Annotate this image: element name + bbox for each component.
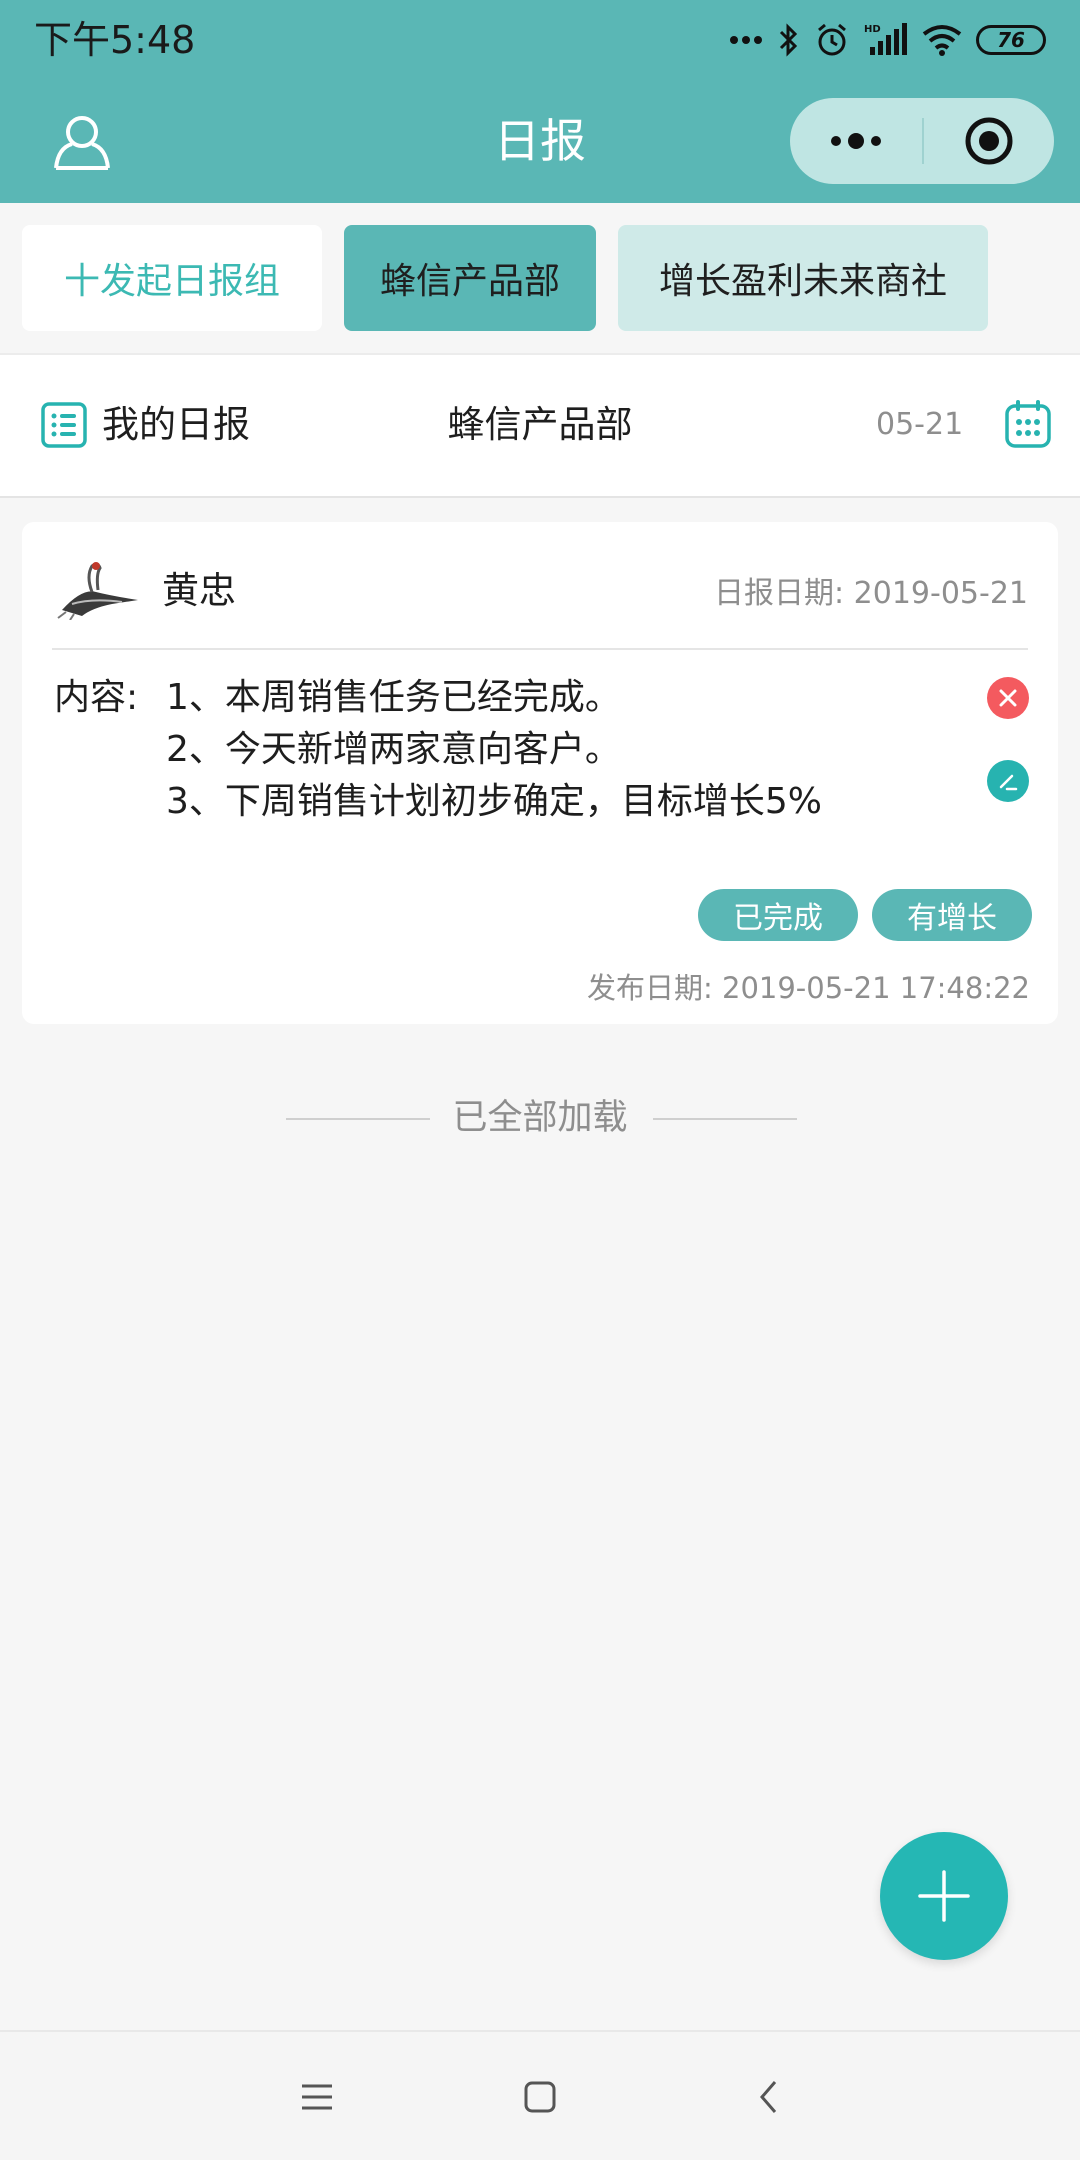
recent-apps-button[interactable] <box>292 2072 342 2122</box>
signal-dots-icon <box>728 34 764 46</box>
report-card[interactable]: 黄忠 日报日期: 2019-05-21 内容: 1、本周销售任务已经完成。 2、… <box>22 522 1058 1024</box>
pencil-icon <box>999 774 1018 791</box>
square-icon <box>524 2081 556 2113</box>
status-bar: 下午5:48 HD 76 <box>0 0 1080 80</box>
calendar-icon[interactable] <box>1004 399 1052 449</box>
status-tag-growth[interactable]: 有增长 <box>872 889 1032 941</box>
nav-bar: 日报 <box>0 80 1080 203</box>
content-line: 3、下周销售计划初步确定，目标增长5% <box>166 781 823 822</box>
all-loaded-indicator: 已全部加载 <box>0 1090 1080 1146</box>
home-button[interactable] <box>515 2072 565 2122</box>
chevron-left-icon <box>760 2081 777 2113</box>
more-button[interactable] <box>790 98 922 184</box>
content-body: 1、本周销售任务已经完成。 2、今天新增两家意向客户。 3、下周销售计划初步确定… <box>166 672 822 828</box>
target-icon <box>965 117 1013 165</box>
battery-indicator: 76 <box>976 25 1046 55</box>
all-loaded-text: 已全部加载 <box>452 1098 628 1138</box>
top-bar: 下午5:48 HD 76 日报 <box>0 0 1080 203</box>
filter-row: 我的日报 蜂信产品部 05-21 <box>0 355 1080 498</box>
system-nav-bar <box>0 2030 1080 2160</box>
close-icon <box>999 689 1017 707</box>
edit-button[interactable] <box>987 760 1029 802</box>
report-date: 日报日期: 2019-05-21 <box>714 576 1028 611</box>
content-label: 内容: <box>54 677 139 718</box>
card-divider <box>52 648 1028 650</box>
status-tag-completed[interactable]: 已完成 <box>698 889 858 941</box>
delete-button[interactable] <box>987 677 1029 719</box>
tab-new-group[interactable]: 十发起日报组 <box>22 225 322 331</box>
menu-icon <box>302 2084 332 2110</box>
author-name: 黄忠 <box>162 569 236 612</box>
svg-text:HD: HD <box>864 24 881 35</box>
publish-date: 发布日期: 2019-05-21 17:48:22 <box>587 971 1030 1005</box>
status-icons: HD 76 <box>728 18 1046 62</box>
status-time: 下午5:48 <box>34 18 196 62</box>
content-line: 1、本周销售任务已经完成。 <box>166 677 621 718</box>
crane-avatar-icon <box>57 562 138 621</box>
close-mini-program-button[interactable] <box>924 98 1054 184</box>
plus-icon <box>918 1870 970 1922</box>
tab-fengxin-product[interactable]: 蜂信产品部 <box>344 225 596 331</box>
add-report-button[interactable] <box>880 1832 1008 1960</box>
tab-growth-society[interactable]: 增长盈利未来商社 <box>618 225 988 331</box>
avatar <box>52 558 142 621</box>
group-tabs: 十发起日报组 蜂信产品部 增长盈利未来商社 <box>0 203 1080 353</box>
back-button[interactable] <box>744 2072 794 2122</box>
wifi-icon <box>922 24 962 56</box>
content-line: 2、今天新增两家意向客户。 <box>166 729 621 770</box>
more-dots-icon <box>831 133 881 149</box>
alarm-icon <box>814 22 850 58</box>
divider-line <box>653 1118 797 1120</box>
cell-signal-icon: HD <box>864 23 908 57</box>
selected-date[interactable]: 05-21 <box>876 403 963 447</box>
mini-program-capsule <box>790 98 1054 184</box>
bluetooth-icon <box>778 22 800 58</box>
